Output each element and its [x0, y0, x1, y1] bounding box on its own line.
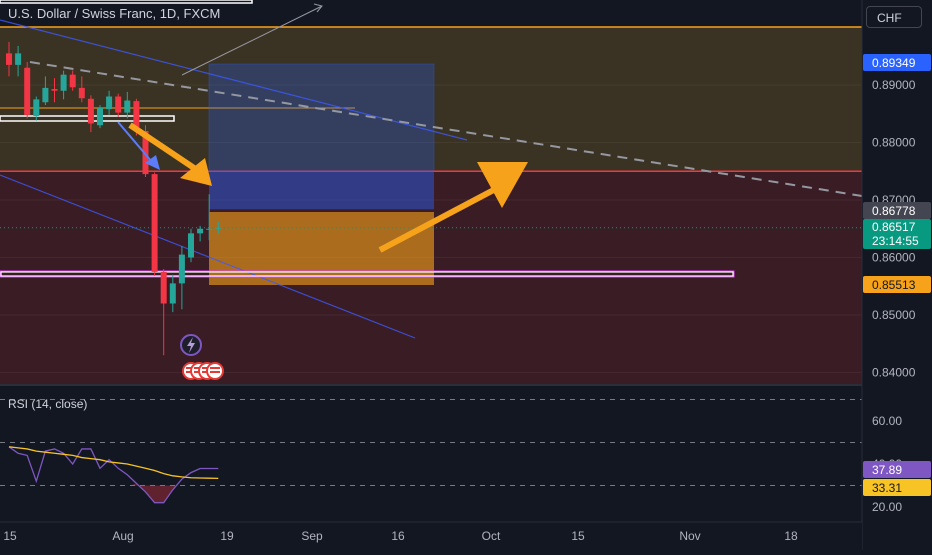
candle-body	[151, 174, 158, 272]
rsi-tick-label: 60.00	[872, 414, 902, 428]
candle-body	[69, 74, 76, 88]
candle-body	[106, 96, 113, 110]
candle-body	[87, 98, 94, 124]
stop-zone-box	[209, 212, 434, 285]
price-tick-label: 0.88000	[872, 136, 916, 150]
candle-body	[206, 228, 213, 230]
price-tag-label: 0.86517	[872, 220, 916, 234]
candle-body	[124, 100, 131, 113]
price-tick-label: 0.89000	[872, 78, 916, 92]
price-tag-label: 0.85513	[872, 278, 916, 292]
bar-countdown: 23:14:55	[872, 234, 919, 248]
rsi-value-label: 37.89	[872, 463, 902, 477]
time-tick-label: Aug	[112, 529, 133, 543]
candle-body	[197, 228, 204, 234]
time-tick-label: Nov	[679, 529, 700, 543]
symbol-title: U.S. Dollar / Swiss Franc, 1D, FXCM	[8, 6, 221, 21]
candle-body	[215, 227, 222, 229]
time-tick-label: 16	[391, 529, 405, 543]
candle-body	[15, 53, 22, 65]
candle-body	[24, 67, 31, 115]
candle-body	[188, 233, 194, 258]
time-tick-label: 15	[3, 529, 17, 543]
candle-body	[97, 108, 103, 126]
rsi-title: RSI (14, close)	[8, 397, 87, 411]
price-tag-label: 0.89349	[872, 56, 916, 70]
time-tick-label: 15	[571, 529, 585, 543]
candle-body	[115, 96, 122, 113]
price-tick-label: 0.86000	[872, 251, 916, 265]
price-tick-label: 0.84000	[872, 366, 916, 380]
candle-body	[160, 271, 167, 304]
flag-stripe	[210, 367, 220, 369]
chart-svg[interactable]: RSI (14, close)0.890000.880000.870000.86…	[0, 0, 932, 550]
price-tick-label: 0.85000	[872, 308, 916, 322]
candle-body	[178, 254, 185, 284]
flag-stripe	[210, 371, 220, 373]
time-tick-label: Sep	[301, 529, 323, 543]
time-tick-label: Oct	[482, 529, 501, 543]
time-tick-label: 19	[220, 529, 234, 543]
currency-button[interactable]: CHF	[866, 6, 922, 28]
rsi-value-label: 33.31	[872, 481, 902, 495]
candle-body	[169, 283, 176, 304]
rsi-tick-label: 20.00	[872, 500, 902, 514]
target-zone-box-lower	[209, 171, 434, 210]
target-zone-box	[208, 63, 435, 172]
price-tag-label: 0.86778	[872, 204, 916, 218]
chart-area[interactable]: RSI (14, close) 0.89000 0.88000 0.87000 0.86…	[0, 0, 932, 550]
rsi-pane	[0, 388, 862, 522]
candle-body	[6, 53, 12, 65]
candle-body	[42, 87, 49, 103]
candle-body	[60, 74, 67, 91]
candle-body	[51, 89, 58, 91]
candle-body	[33, 99, 40, 117]
candle-body	[78, 87, 85, 99]
time-tick-label: 18	[784, 529, 798, 543]
